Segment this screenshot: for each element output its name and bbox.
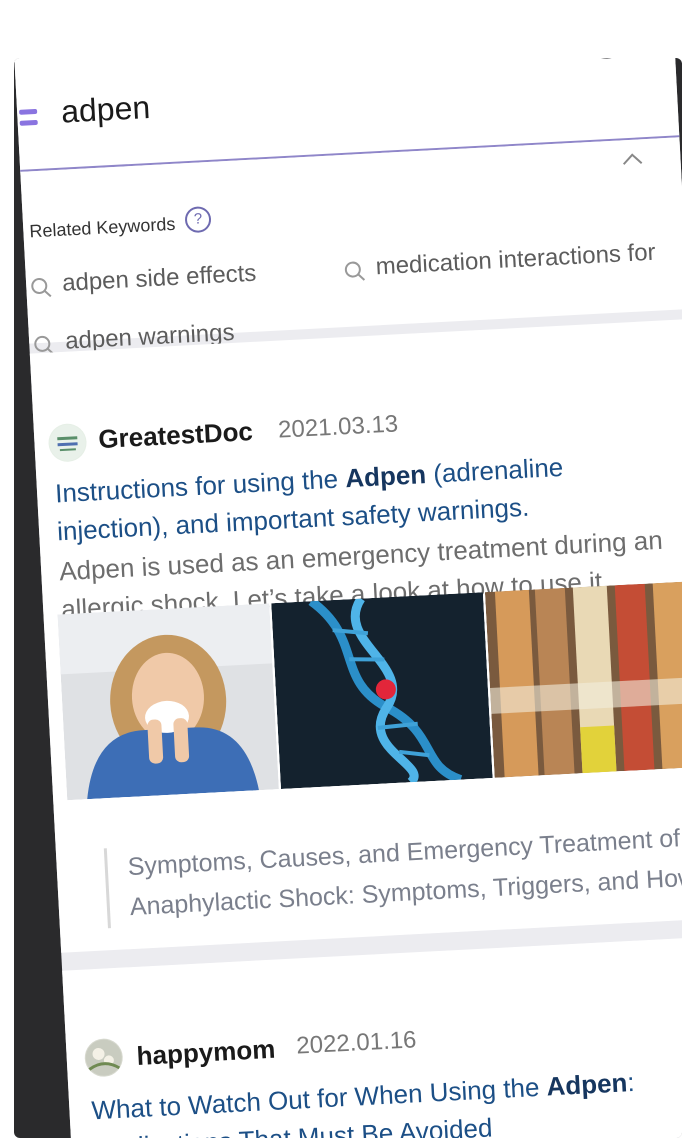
post-image-strip (57, 580, 682, 801)
search-results-screen: adpen × Related Keywords ? adpen side ef… (14, 58, 682, 1138)
post-title[interactable]: What to Watch Out for When Using the Adp… (91, 1058, 682, 1138)
search-icon (31, 277, 52, 298)
post-title-text: Instructions for using the (54, 463, 347, 509)
post-card[interactable]: GreatestDoc 2021.03.13 Instructions for … (29, 319, 682, 953)
post-card[interactable]: happymom 2022.01.16 What to Watch Out fo… (62, 936, 682, 1138)
chevron-up-icon[interactable] (620, 147, 645, 172)
author-avatar[interactable] (47, 422, 88, 463)
help-icon[interactable]: ? (184, 205, 212, 234)
related-post-links: Symptoms, Causes, and Emergency Treatmen… (103, 816, 682, 929)
keyword-label: medication interactions for (375, 238, 657, 281)
adrenaline-pens-photo[interactable] (484, 580, 682, 778)
clear-search-button[interactable]: × (590, 58, 623, 60)
author-name[interactable]: GreatestDoc (98, 416, 254, 455)
search-icon (344, 261, 366, 281)
search-input[interactable]: adpen (60, 89, 151, 131)
keyword-label: adpen side effects (61, 259, 257, 297)
phone-frame: adpen × Related Keywords ? adpen side ef… (14, 58, 682, 1138)
related-keywords-panel: Related Keywords ? adpen side effects me… (20, 137, 682, 356)
post-date: 2022.01.16 (295, 1026, 418, 1060)
post-title-keyword: Adpen (545, 1067, 629, 1102)
dna-helix-image[interactable] (271, 592, 493, 790)
post-date: 2021.03.13 (277, 410, 399, 444)
menu-icon[interactable] (19, 108, 38, 130)
author-avatar[interactable] (83, 1037, 124, 1078)
post-title-keyword: Adpen (344, 459, 427, 494)
author-name[interactable]: happymom (136, 1034, 276, 1072)
related-keywords-title: Related Keywords (28, 213, 176, 242)
woman-sneezing-photo[interactable] (57, 603, 279, 801)
